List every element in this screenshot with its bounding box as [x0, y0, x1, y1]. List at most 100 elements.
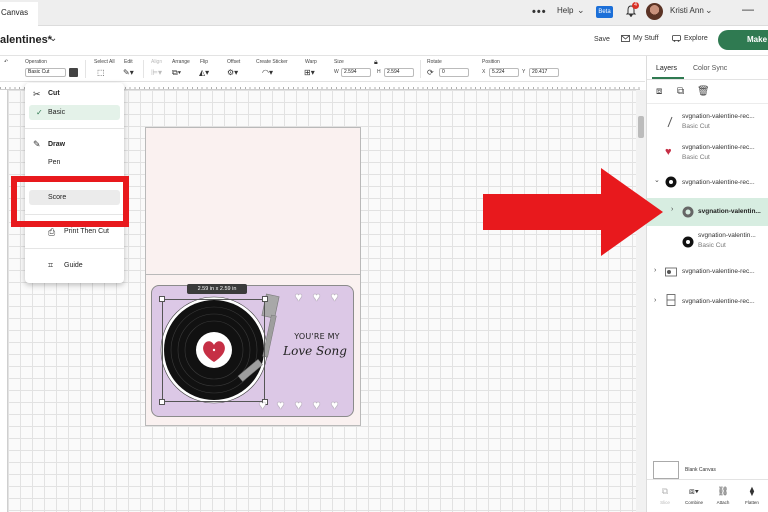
slice-icon[interactable]: ⧉ — [652, 486, 678, 497]
layer-item[interactable]: svgnation-valentin... Basic Cut — [647, 228, 768, 256]
position-x-input[interactable]: 5.224 — [489, 68, 519, 77]
more-options-icon[interactable]: ••• — [532, 6, 547, 18]
menu-item-print-then-cut[interactable]: Print Then Cut — [25, 228, 124, 235]
chevron-down-icon[interactable]: ⌄ — [705, 5, 713, 16]
layer-item-selected[interactable]: › svgnation-valentin... — [647, 198, 768, 226]
avatar[interactable] — [646, 3, 663, 20]
menu-item-guide[interactable]: Guide — [25, 262, 124, 269]
highlight-box — [11, 176, 129, 227]
offset-label: Offset — [227, 59, 241, 65]
flip-label: Flip — [200, 59, 209, 65]
user-name[interactable]: Kristi Ann — [670, 6, 704, 15]
rotate-input[interactable]: 0 — [439, 68, 469, 77]
duplicate-icon[interactable]: ⧉ — [677, 86, 684, 97]
make-button[interactable]: Make — [718, 30, 768, 50]
layer-item[interactable]: ♥ svgnation-valentine-rec... Basic Cut — [647, 140, 768, 168]
browser-tab[interactable]: Canvas — [0, 2, 38, 26]
tab-layers[interactable]: Layers — [656, 65, 677, 72]
resize-handle[interactable] — [262, 296, 268, 302]
height-input[interactable]: 2.594 — [384, 68, 414, 77]
app-header: alentines* ⌄ Save My Stuff Explore Make — [0, 26, 768, 56]
flatten-button[interactable]: Flatten — [739, 500, 765, 505]
arrange-icon[interactable]: ⧉▾ — [172, 68, 181, 78]
divider — [143, 60, 144, 78]
help-menu[interactable]: Help — [557, 6, 573, 15]
card-message-line1[interactable]: YOU'RE MY — [283, 332, 351, 341]
checkmark-icon: ✓ — [36, 108, 43, 117]
heart-icon[interactable]: ♥ — [277, 398, 284, 412]
scrollbar-thumb[interactable] — [638, 116, 644, 138]
select-all-icon[interactable]: ⬚ — [97, 68, 105, 77]
attach-button[interactable]: Attach — [710, 500, 736, 505]
tab-color-sync[interactable]: Color Sync — [693, 65, 727, 72]
layer-name: svgnation-valentine-rec... — [682, 179, 755, 186]
resize-handle[interactable] — [159, 296, 165, 302]
heart-icon[interactable]: ♥ — [259, 398, 266, 412]
heart-icon[interactable]: ♥ — [295, 398, 302, 412]
sticker-icon[interactable]: ◠▾ — [262, 68, 273, 77]
explore-button[interactable]: Explore — [672, 35, 708, 42]
layer-group[interactable]: › svgnation-valentine-rec... — [647, 288, 768, 316]
chevron-down-icon[interactable]: ⌄ — [49, 33, 57, 44]
card-front-panel[interactable] — [145, 127, 361, 275]
attach-icon[interactable]: ⛓︎ — [710, 486, 736, 497]
lock-icon[interactable]: 🔒︎ — [374, 59, 378, 67]
create-sticker-label: Create Sticker — [256, 59, 288, 65]
layer-group[interactable]: ⌄ svgnation-valentine-rec... — [647, 170, 768, 198]
slice-button[interactable]: Slice — [652, 500, 678, 505]
heart-icon[interactable]: ♥ — [313, 290, 320, 304]
envelope-icon — [621, 35, 630, 42]
minimize-icon[interactable]: — — [742, 2, 754, 16]
pencil-icon[interactable]: ✎▾ — [123, 68, 134, 77]
group-icon[interactable]: ⧈ — [656, 86, 662, 97]
explore-label: Explore — [684, 35, 708, 42]
heart-icon[interactable]: ♥ — [295, 290, 302, 304]
active-tab-indicator — [652, 77, 684, 79]
edit-toolbar: ↶ Operation Basic Cut Select All ⬚ Edit … — [0, 56, 645, 82]
align-icon[interactable]: ⊫▾ — [151, 68, 162, 77]
color-swatch[interactable] — [69, 68, 78, 77]
trash-icon[interactable]: 🗑︎ — [697, 86, 710, 97]
chevron-right-icon[interactable]: › — [671, 206, 673, 213]
operation-select[interactable]: Basic Cut — [25, 68, 66, 77]
chevron-right-icon[interactable]: › — [654, 267, 656, 274]
offset-icon[interactable]: ⚙▾ — [227, 68, 238, 77]
flatten-icon[interactable]: ⧫ — [739, 486, 765, 497]
panel-bottom-actions: ⧉ Slice ⧈▾ Combine ⛓︎ Attach ⧫ Flatten — [647, 479, 768, 512]
layer-name: svgnation-valentine-rec... — [682, 113, 755, 120]
menu-item-pen[interactable]: Pen — [25, 159, 124, 166]
resize-handle[interactable] — [159, 399, 165, 405]
blank-canvas-swatch[interactable] — [653, 461, 679, 479]
my-stuff-label: My Stuff — [633, 35, 659, 42]
width-input[interactable]: 2.594 — [341, 68, 371, 77]
layer-name: svgnation-valentine-rec... — [682, 144, 755, 151]
scrollbar[interactable] — [636, 90, 646, 512]
heart-icon[interactable]: ♥ — [313, 398, 320, 412]
card-message-line2[interactable]: Love Song — [275, 344, 355, 358]
position-y-input[interactable]: 20.417 — [529, 68, 559, 77]
divider — [25, 248, 124, 249]
my-stuff-button[interactable]: My Stuff — [621, 35, 659, 42]
layer-name: svgnation-valentine-rec... — [682, 298, 755, 305]
warp-icon[interactable]: ⊞▾ — [304, 68, 315, 77]
beta-badge[interactable]: Beta — [596, 6, 613, 18]
combine-icon[interactable]: ⧈▾ — [681, 486, 707, 497]
save-button[interactable]: Save — [594, 36, 610, 43]
size-badge: 2.59 in x 2.59 in — [187, 284, 247, 294]
layer-group[interactable]: › svgnation-valentine-rec... — [647, 258, 768, 286]
warp-label: Warp — [305, 59, 317, 65]
chevron-down-icon[interactable]: ⌄ — [577, 5, 585, 16]
menu-item-basic[interactable]: ✓ Basic — [29, 105, 120, 120]
chevron-right-icon[interactable]: › — [654, 297, 656, 304]
undo-icon[interactable]: ↶ — [4, 59, 8, 65]
combine-button[interactable]: Combine — [681, 500, 707, 505]
heart-icon[interactable]: ♥ — [331, 290, 338, 304]
card-thumbnail-icon — [665, 267, 677, 277]
flip-icon[interactable]: ◭▾ — [199, 68, 209, 77]
divider — [85, 60, 86, 78]
layer-item[interactable]: svgnation-valentine-rec... Basic Cut — [647, 108, 768, 136]
heart-thumbnail-icon: ♥ — [665, 146, 672, 158]
project-title[interactable]: alentines* — [0, 34, 52, 46]
selection-box[interactable] — [162, 299, 265, 402]
heart-icon[interactable]: ♥ — [331, 398, 338, 412]
